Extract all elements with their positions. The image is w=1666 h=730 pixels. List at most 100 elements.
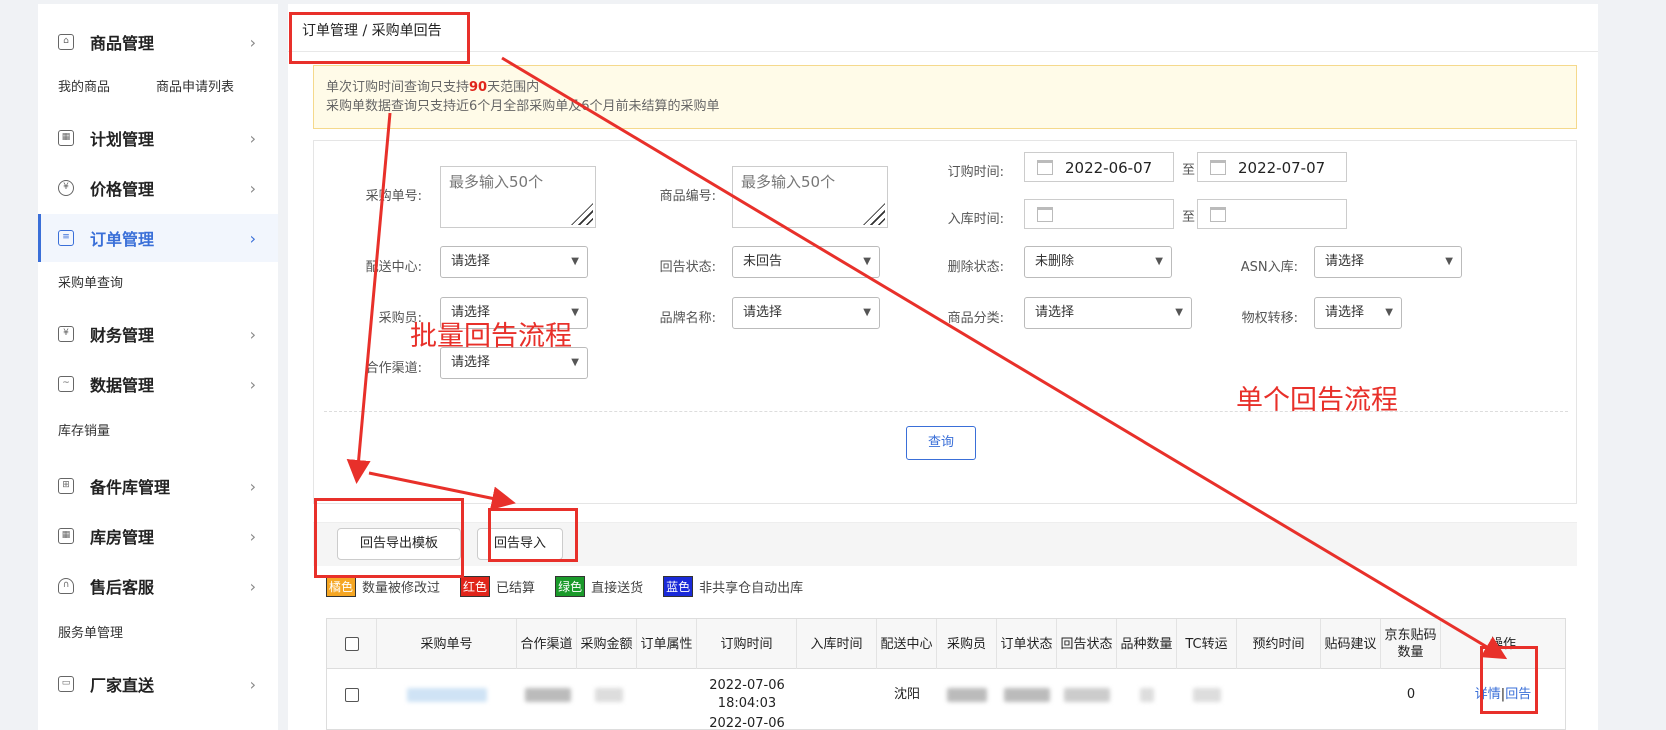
sidebar-item-label: 数据管理 xyxy=(90,376,155,395)
cell-amount xyxy=(589,669,629,721)
sidebar-sub-product-apply[interactable]: 商品申请列表 xyxy=(156,76,234,95)
cell-buyer xyxy=(937,669,997,721)
notice-line-1: 单次订购时间查询只支持90天范围内 xyxy=(326,80,540,95)
col-tc[interactable]: TC转运 xyxy=(1177,619,1237,669)
dropdown-arrow-icon: ▼ xyxy=(1175,307,1183,318)
bag-icon: ⌂ xyxy=(58,34,74,50)
cell-order-status xyxy=(997,669,1057,721)
calendar-icon xyxy=(1037,207,1053,222)
select-all-checkbox[interactable] xyxy=(344,637,359,651)
col-amount[interactable]: 采购金额 xyxy=(577,619,637,669)
grid-icon: ▦ xyxy=(58,130,74,146)
sidebar-item-label: 价格管理 xyxy=(90,180,155,199)
col-buyer[interactable]: 采购员 xyxy=(937,619,997,669)
sidebar-item-label: 备件库管理 xyxy=(90,478,171,497)
chevron-right-icon: › xyxy=(249,324,256,344)
col-jd-label-qty[interactable]: 京东贴码数量 xyxy=(1381,619,1441,669)
sidebar-item-plan[interactable]: ▦ 计划管理 › xyxy=(38,114,278,162)
cell-po-no[interactable] xyxy=(387,669,507,721)
sidebar-sub-po-query[interactable]: 采购单查询 xyxy=(58,272,123,291)
cell-order-time: 2022-07-06 18:04:03 xyxy=(709,678,785,711)
to-label: 至 xyxy=(1182,163,1196,178)
dropdown-arrow-icon: ▼ xyxy=(863,256,871,267)
order-time-label: 订购时间: xyxy=(947,165,1004,180)
delete-status-select[interactable]: 未删除 ▼ xyxy=(1024,246,1172,278)
reply-status-select[interactable]: 未回告 ▼ xyxy=(732,246,880,278)
dc-select[interactable]: 请选择 ▼ xyxy=(440,246,588,278)
instock-time-to[interactable] xyxy=(1197,199,1347,229)
sidebar-item-order[interactable]: ≡ 订单管理 › xyxy=(38,214,278,262)
sidebar-item-direct-ship[interactable]: ▭ 厂家直送 › xyxy=(38,660,278,708)
instock-time-from[interactable] xyxy=(1024,199,1174,229)
category-select[interactable]: 请选择 ▼ xyxy=(1024,297,1192,329)
sidebar-item-after-sales[interactable]: ∩ 售后客服 › xyxy=(38,562,278,610)
dropdown-arrow-icon: ▼ xyxy=(571,357,579,368)
sku-input[interactable]: 最多输入50个 xyxy=(732,166,888,228)
sidebar-item-warehouse[interactable]: ▦ 库房管理 › xyxy=(38,512,278,560)
instock-time-label: 入库时间: xyxy=(947,212,1004,227)
delete-status-label: 删除状态: xyxy=(947,260,1004,275)
sidebar-item-finance[interactable]: ¥ 财务管理 › xyxy=(38,310,278,358)
reply-status-label: 回告状态: xyxy=(659,260,716,275)
col-reply-status[interactable]: 回告状态 xyxy=(1057,619,1117,669)
dropdown-arrow-icon: ▼ xyxy=(863,307,871,318)
order-time-from[interactable]: 2022-06-07 xyxy=(1024,152,1174,182)
po-no-placeholder: 最多输入50个 xyxy=(449,173,544,191)
sidebar-item-price[interactable]: ¥ 价格管理 › xyxy=(38,164,278,212)
sku-label: 商品编号: xyxy=(659,189,716,204)
notice-line-2: 采购单数据查询只支持近6个月全部采购单及6个月前未结算的采购单 xyxy=(326,99,720,114)
col-dc[interactable]: 配送中心 xyxy=(877,619,937,669)
sidebar-sub-service-orders[interactable]: 服务单管理 xyxy=(58,622,123,641)
col-appointment[interactable]: 预约时间 xyxy=(1237,619,1321,669)
col-channel[interactable]: 合作渠道 xyxy=(517,619,577,669)
chevron-right-icon: › xyxy=(249,576,256,596)
sidebar-item-label: 商品管理 xyxy=(90,34,155,53)
col-sku-count[interactable]: 品种数量 xyxy=(1117,619,1177,669)
order-time-to[interactable]: 2022-07-07 xyxy=(1197,152,1347,182)
legend-blue: 蓝色 非共享仓自动出库 xyxy=(663,576,803,597)
warehouse-icon: ▦ xyxy=(58,528,74,544)
sidebar-item-label: 库房管理 xyxy=(90,528,155,547)
row-checkbox[interactable] xyxy=(345,688,359,702)
po-no-input[interactable]: 最多输入50个 xyxy=(440,166,596,228)
resize-grip-icon[interactable] xyxy=(571,203,593,225)
cell-jd-label-qty: 0 xyxy=(1406,687,1416,702)
sidebar: ⌂ 商品管理 › 我的商品 商品申请列表 ▦ 计划管理 › ¥ 价格管理 › ≡… xyxy=(38,4,278,730)
cell-tc xyxy=(1177,669,1237,721)
col-order-status[interactable]: 订单状态 xyxy=(997,619,1057,669)
resize-grip-icon[interactable] xyxy=(863,203,885,225)
sidebar-sub-inventory-sales[interactable]: 库存销量 xyxy=(58,420,110,439)
annotation-reply-box xyxy=(1480,646,1538,714)
col-instock-time[interactable]: 入库时间 xyxy=(797,619,877,669)
sidebar-item-data[interactable]: ~ 数据管理 › xyxy=(38,360,278,408)
select-all-cell xyxy=(327,619,377,669)
chevron-right-icon: › xyxy=(249,128,256,148)
col-po-no[interactable]: 采购单号 xyxy=(377,619,517,669)
order-icon: ≡ xyxy=(58,230,74,246)
sidebar-item-spare-parts[interactable]: ⊞ 备件库管理 › xyxy=(38,462,278,510)
sidebar-sub-my-products[interactable]: 我的商品 xyxy=(58,76,110,95)
query-button[interactable]: 查询 xyxy=(906,426,976,460)
chevron-right-icon: › xyxy=(249,228,256,248)
breadcrumb-bar: 订单管理 / 采购单回告 xyxy=(288,4,1598,52)
dropdown-arrow-icon: ▼ xyxy=(571,307,579,318)
col-label-advice[interactable]: 贴码建议 xyxy=(1321,619,1381,669)
asn-select[interactable]: 请选择 ▼ xyxy=(1314,246,1462,278)
chevron-right-icon: › xyxy=(249,374,256,394)
cell-channel xyxy=(523,669,573,721)
sidebar-item-product[interactable]: ⌂ 商品管理 › xyxy=(38,18,278,66)
sidebar-item-label: 财务管理 xyxy=(90,326,155,345)
transfer-label: 物权转移: xyxy=(1241,311,1298,326)
table-header: 采购单号 合作渠道 采购金额 订单属性 订购时间 入库时间 配送中心 采购员 订… xyxy=(327,619,1565,669)
col-attr[interactable]: 订单属性 xyxy=(637,619,697,669)
annotation-single-label: 单个回告流程 xyxy=(1236,385,1398,416)
transfer-select[interactable]: 请选择 ▼ xyxy=(1314,297,1402,329)
cell-sku-count xyxy=(1117,669,1177,721)
brand-select[interactable]: 请选择 ▼ xyxy=(732,297,880,329)
dc-label: 配送中心: xyxy=(365,260,422,275)
po-no-label: 采购单号: xyxy=(365,189,422,204)
col-order-time[interactable]: 订购时间 xyxy=(697,619,797,669)
legend-red: 红色 已结算 xyxy=(460,576,535,597)
legend-green: 绿色 直接送货 xyxy=(555,576,643,597)
sidebar-item-label: 厂家直送 xyxy=(90,676,155,695)
